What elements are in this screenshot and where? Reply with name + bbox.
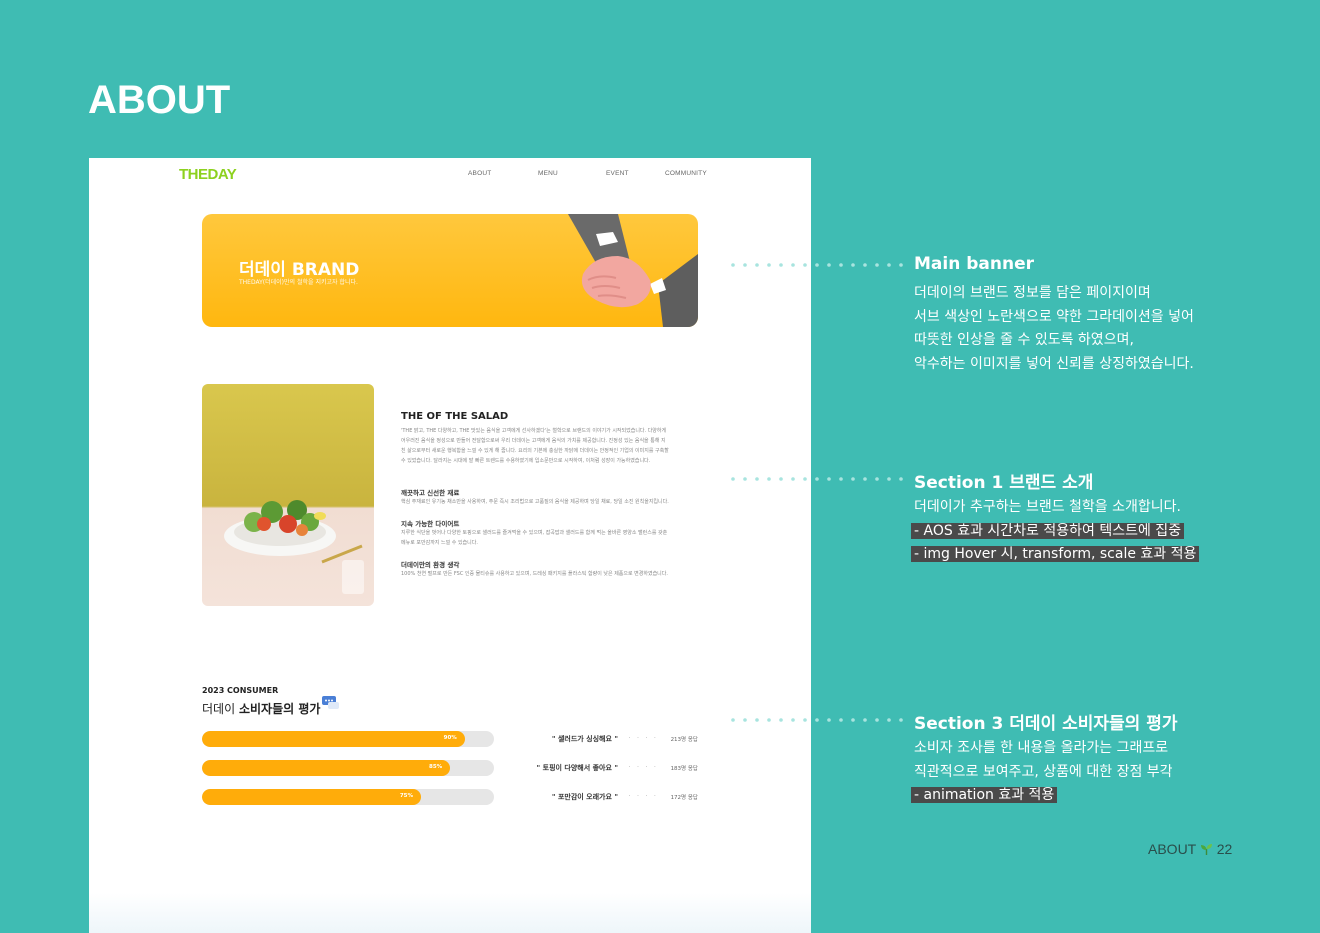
page-number: 22 <box>1216 841 1233 857</box>
nav-about[interactable]: ABOUT <box>468 170 491 177</box>
annotation-highlight: - AOS 효과 시간차로 적용하여 텍스트에 집중 <box>911 522 1185 539</box>
bottom-fade <box>89 893 811 933</box>
annotation-line: 더데이의 브랜드 정보를 담은 페이지이며 <box>914 285 1151 301</box>
survey-bar-row: 85% " 토핑이 다양해서 좋아요 " · · · · 183명 응답 <box>202 760 698 776</box>
dotted-connector <box>731 718 903 722</box>
survey-bar-percent: 90% <box>443 735 457 741</box>
website-mockup: THEDAY ABOUT MENU EVENT COMMUNITY 더데이 BR… <box>89 158 811 933</box>
annotation-line: 서브 색상인 노란색으로 약한 그라데이션을 넣어 <box>914 308 1194 325</box>
annotation-body: 더데이가 추구하는 브랜드 철학을 소개합니다. - AOS 효과 시간차로 적… <box>911 496 1200 567</box>
dotted-connector <box>731 477 903 481</box>
footer-label: ABOUT <box>1148 841 1196 857</box>
survey-bar-track: 75% <box>202 789 494 805</box>
survey-count: 172명 응답 <box>670 795 698 801</box>
dotted-divider: · · · · <box>628 734 658 742</box>
survey-bar-fill: 90% <box>202 731 465 747</box>
intro-line: 친 삶으로부터 새로운 행복함을 느낄 수 있게 해 줍니다. 요리의 기본에 … <box>401 448 669 454</box>
chat-bubble-icon <box>322 696 339 709</box>
section1-title: THE OF THE SALAD <box>401 411 509 422</box>
survey-quote: " 포만감이 오래가요 " <box>551 793 618 801</box>
dotted-divider: · · · · <box>628 792 658 800</box>
nav-menu[interactable]: MENU <box>538 170 558 177</box>
point-heading: 지속 가능한 다이어트 <box>401 520 460 528</box>
point-text: 100% 천연 펄프로 만든 FSC 인증 물티슈를 사용하고 있으며, 드레싱… <box>401 571 668 577</box>
annotation-title: Section 1 브랜드 소개 <box>914 473 1094 493</box>
survey-bar-percent: 85% <box>429 764 443 770</box>
survey-bar-track: 85% <box>202 760 494 776</box>
survey-bar-fill: 75% <box>202 789 421 805</box>
annotation-body: 소비자 조사를 한 내용을 올라가는 그래프로 직관적으로 보여주고, 상품에 … <box>911 737 1173 808</box>
point-text: 핵심 주재료인 유기농 채소만을 사용하여, 주문 즉시 조리법으로 고품질의 … <box>401 499 669 505</box>
annotation-highlight: - animation 효과 적용 <box>911 787 1058 803</box>
nav-event[interactable]: EVENT <box>606 170 629 177</box>
annotation-title: Main banner <box>914 254 1034 274</box>
annotation-line: 악수하는 이미지를 넣어 신뢰를 상징하였습니다. <box>914 355 1194 372</box>
survey-quote: " 샐러드가 싱싱해요 " <box>551 735 618 743</box>
main-banner: 더데이 BRAND THEDAY(더데이)만의 철학을 지키고자 합니다. <box>202 214 698 327</box>
consumer-title: 더데이 소비자들의 평가 <box>202 700 320 717</box>
intro-line: 어우러진 음식을 정성으로 만들어 전달함으로써 우리 더데이는 고객에게 음식… <box>401 438 666 444</box>
survey-bar-percent: 75% <box>399 793 413 799</box>
consumer-title-main: 소비자들의 평가 <box>238 702 321 716</box>
annotation-line: 더데이가 추구하는 브랜드 철학을 소개합니다. <box>914 499 1181 515</box>
survey-count: 183명 응답 <box>670 766 698 772</box>
survey-quote: " 토핑이 다양해서 좋아요 " <box>536 764 618 772</box>
page-footer: ABOUT 22 <box>1148 841 1232 857</box>
annotation-line: 소비자 조사를 한 내용을 올라가는 그래프로 <box>914 740 1169 756</box>
page-title: ABOUT <box>88 78 231 122</box>
point-heading: 더데이만의 환경 생각 <box>401 561 460 569</box>
dotted-connector <box>731 263 903 267</box>
banner-subtitle: THEDAY(더데이)만의 철학을 지키고자 합니다. <box>239 279 358 286</box>
annotation-highlight: - img Hover 시, transform, scale 효과 적용 <box>911 546 1200 562</box>
sprout-icon <box>1200 844 1212 855</box>
point-text: 지루한 식단을 벗어나 다양한 토핑으로 샐러드를 즐겨먹을 수 있으며, 잡곡… <box>401 530 668 536</box>
salad-plate-icon <box>224 500 364 594</box>
survey-bar-row: 75% " 포만감이 오래가요 " · · · · 172명 응답 <box>202 789 698 805</box>
consumer-title-prefix: 더데이 <box>202 702 236 716</box>
intro-line: 'THE 맑고, THE 다양하고, THE 맛있는 음식을 고객에게 선사하겠… <box>401 428 667 434</box>
point-heading: 깨끗하고 신선한 재료 <box>401 489 460 497</box>
survey-count: 213명 응답 <box>670 737 698 743</box>
annotation-title: Section 3 더데이 소비자들의 평가 <box>914 714 1178 734</box>
handshake-image <box>568 214 698 327</box>
survey-bar-fill: 85% <box>202 760 451 776</box>
point-text: 메뉴로 포만감까지 느낄 수 있습니다. <box>401 540 478 546</box>
salad-image[interactable] <box>202 384 374 606</box>
nav-community[interactable]: COMMUNITY <box>665 170 707 177</box>
dotted-divider: · · · · <box>628 763 658 771</box>
survey-bar-track: 90% <box>202 731 494 747</box>
survey-bar-row: 90% " 샐러드가 싱싱해요 " · · · · 213명 응답 <box>202 731 698 747</box>
annotation-body: 더데이의 브랜드 정보를 담은 페이지이며 서브 색상인 노란색으로 약한 그라… <box>914 282 1194 376</box>
theday-logo[interactable]: THEDAY <box>179 166 237 183</box>
consumer-label: 2023 CONSUMER <box>202 686 279 695</box>
intro-line: 수 있었습니다. 달라지는 시대에 발 빠른 트렌드를 수용하였기에 입소문만으… <box>401 458 651 464</box>
annotation-line: 직관적으로 보여주고, 상품에 대한 장점 부각 <box>914 763 1173 780</box>
annotation-line: 따뜻한 인상을 줄 수 있도록 하였으며, <box>914 332 1134 348</box>
